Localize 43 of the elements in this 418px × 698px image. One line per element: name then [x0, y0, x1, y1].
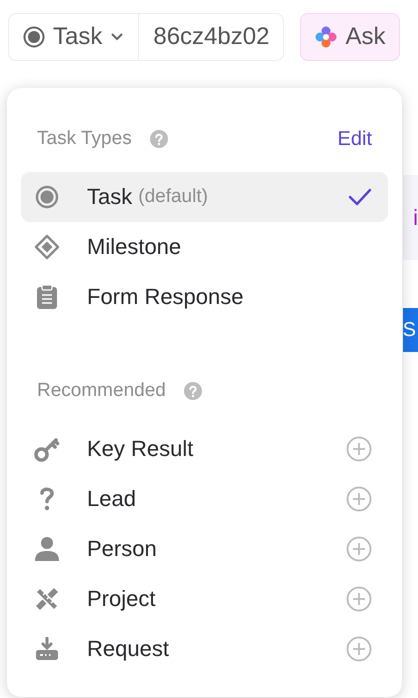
add-icon[interactable]	[346, 536, 372, 562]
item-label: Milestone	[87, 234, 182, 260]
recommended-item[interactable]: Project	[21, 574, 388, 624]
help-icon[interactable]	[184, 382, 202, 400]
default-note: (default)	[138, 186, 208, 208]
radio-icon	[35, 185, 59, 209]
item-label: Form Response	[87, 284, 244, 310]
recommended-item[interactable]: Request	[21, 624, 388, 674]
question-icon	[39, 486, 55, 512]
chevron-down-icon	[110, 32, 124, 42]
item-label: Request	[87, 636, 169, 662]
recommended-item[interactable]: Person	[21, 524, 388, 574]
pencil-ruler-icon	[34, 586, 60, 612]
link-text[interactable]: i	[413, 204, 418, 230]
add-icon[interactable]	[346, 636, 372, 662]
help-icon[interactable]	[150, 130, 168, 148]
action-button[interactable]: S	[403, 308, 418, 352]
person-icon	[34, 536, 60, 562]
task-id: 86cz4bz02	[152, 22, 270, 52]
recommended-item[interactable]: Key Result	[21, 424, 388, 474]
item-label: Project	[87, 586, 156, 612]
sparkle-logo-icon	[315, 26, 338, 48]
download-tray-icon	[35, 637, 59, 661]
item-label: Person	[87, 536, 157, 562]
recommended-item[interactable]: Lead	[21, 474, 388, 524]
task-type-item[interactable]: Task (default)	[21, 172, 388, 222]
item-label: Lead	[87, 486, 136, 512]
radio-icon	[23, 26, 45, 48]
key-icon	[34, 436, 60, 462]
item-label: Key Result	[87, 436, 194, 462]
clipboard-icon	[36, 284, 58, 310]
ask-button[interactable]: Ask	[300, 13, 400, 61]
add-icon[interactable]	[346, 436, 372, 462]
diamond-icon	[34, 234, 60, 260]
section-title: Task Types	[37, 128, 132, 150]
item-label: Task	[87, 184, 132, 210]
add-icon[interactable]	[346, 486, 372, 512]
add-icon[interactable]	[346, 586, 372, 612]
edit-button[interactable]: Edit	[338, 128, 380, 150]
task-type-item[interactable]: Form Response	[21, 272, 388, 322]
task-type-button[interactable]: Task	[9, 14, 140, 60]
task-type-item[interactable]: Milestone	[21, 222, 388, 272]
section-title: Recommended	[37, 380, 166, 402]
